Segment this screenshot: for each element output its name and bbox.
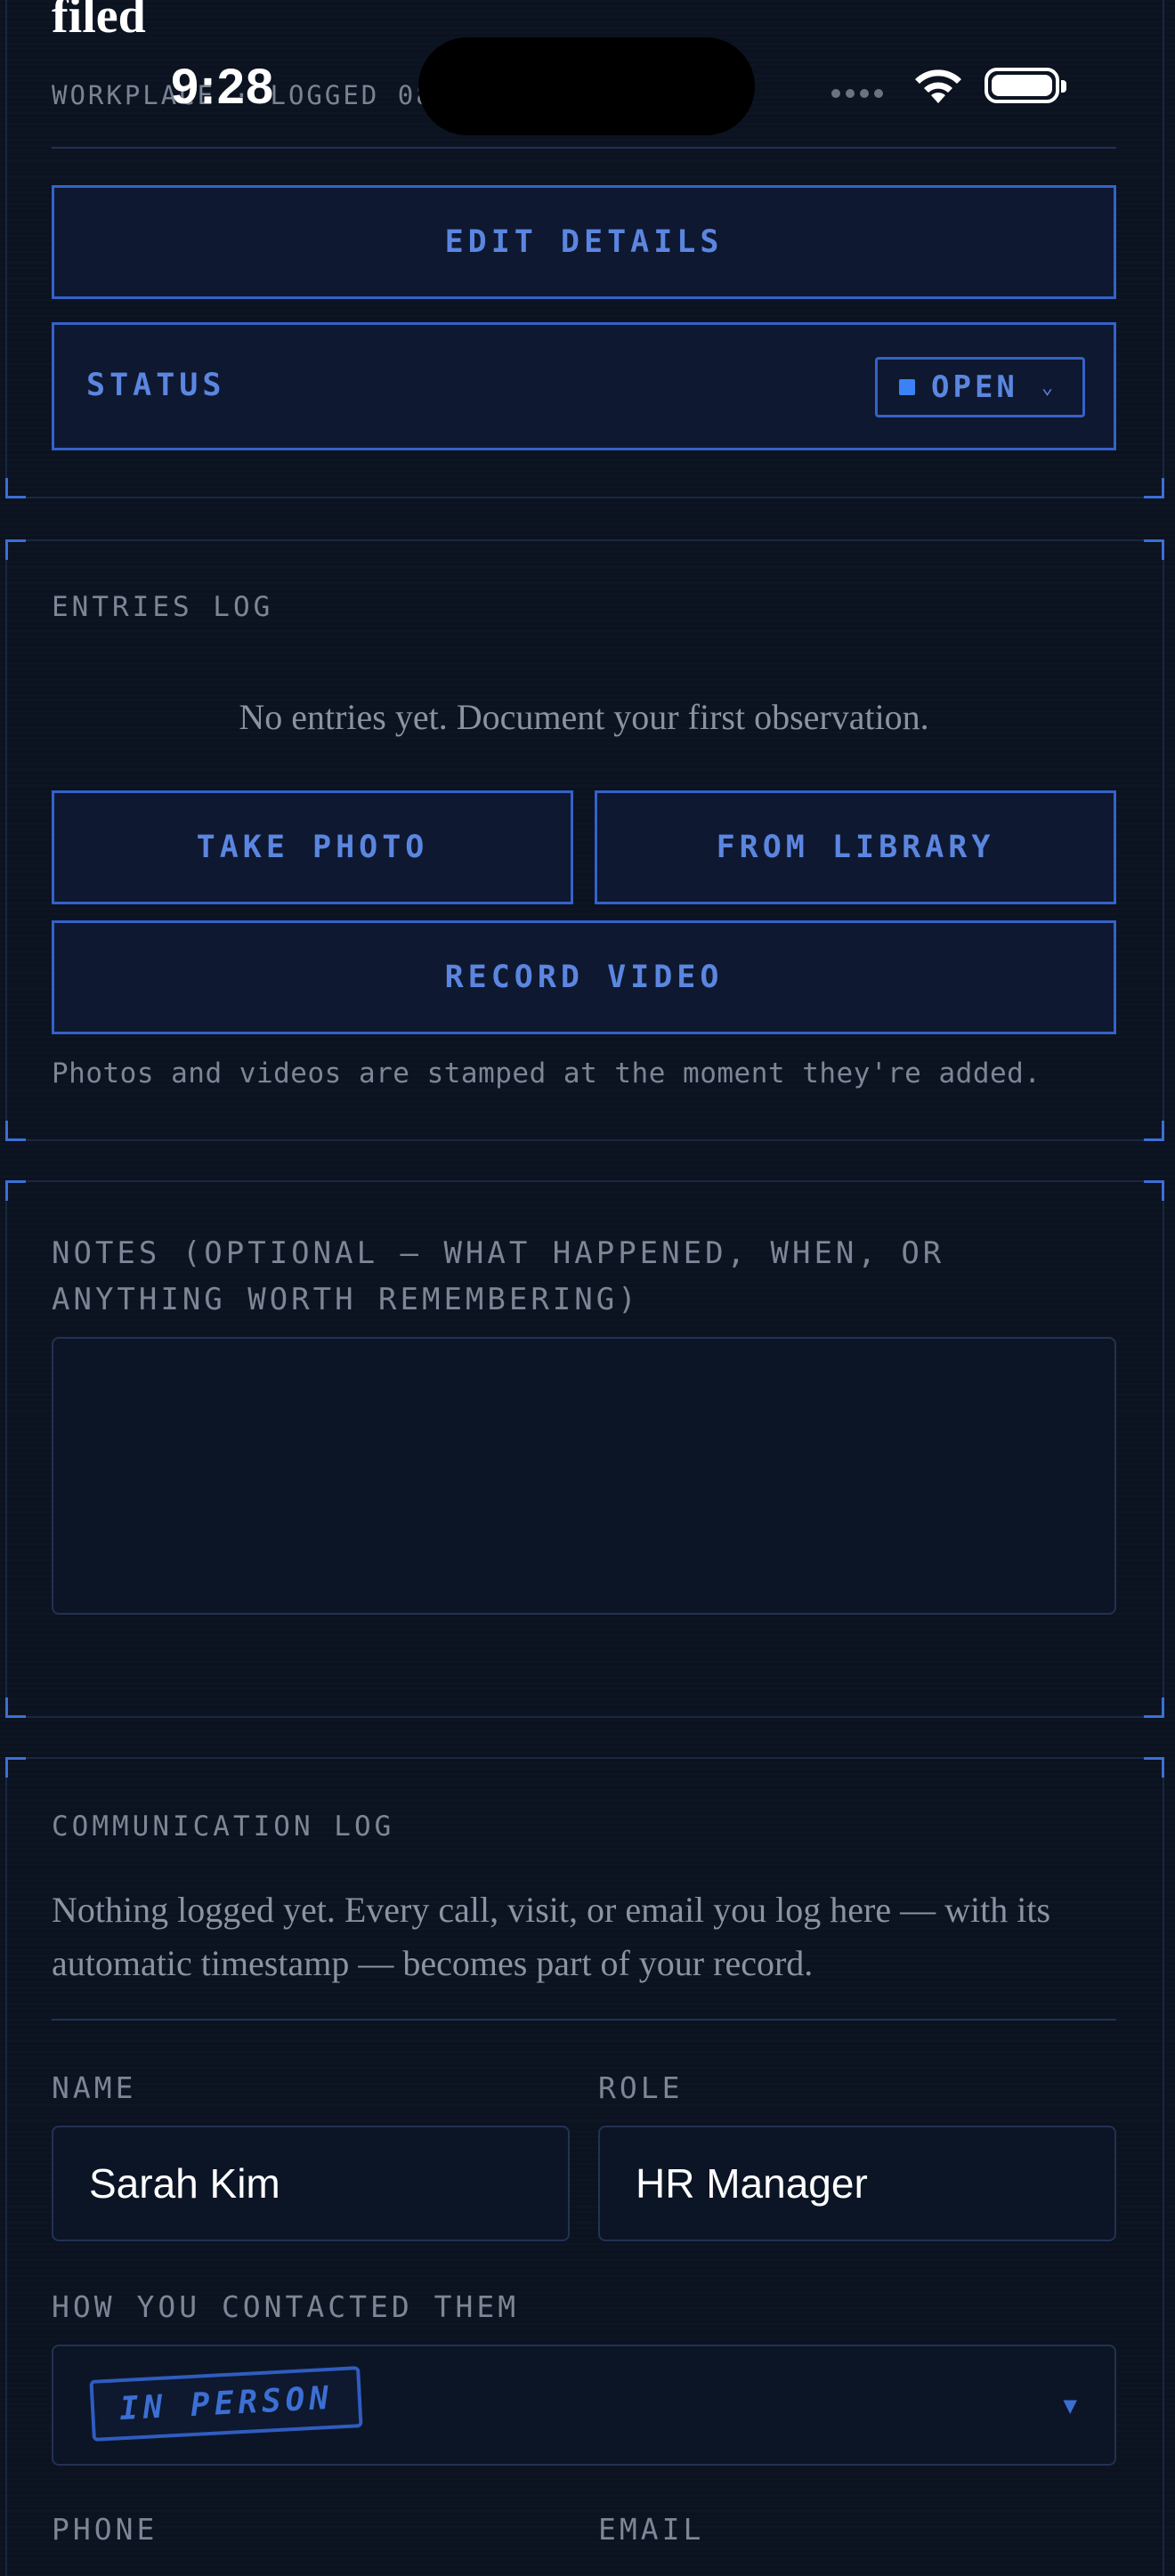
corner-bracket <box>5 1757 26 1778</box>
cellular-signal-icon <box>831 89 883 98</box>
chevron-down-icon: ⌄ <box>1041 376 1054 399</box>
battery-icon <box>985 68 1066 103</box>
communication-heading: COMMUNICATION LOG <box>52 1810 395 1843</box>
status-bar: 9:28 <box>0 0 1175 169</box>
corner-bracket <box>1144 1180 1164 1201</box>
dropdown-arrow-icon: ▼ <box>1063 2393 1077 2419</box>
email-label: EMAIL <box>598 2512 705 2547</box>
role-input[interactable]: HR Manager <box>598 2126 1116 2241</box>
corner-bracket <box>5 1180 26 1201</box>
role-label: ROLE <box>598 2070 684 2105</box>
status-value: OPEN <box>931 369 1018 405</box>
corner-bracket <box>1144 539 1164 560</box>
communication-empty-text: Nothing logged yet. Every call, visit, o… <box>52 1890 1051 1983</box>
take-photo-button[interactable]: TAKE PHOTO <box>52 790 573 904</box>
status-indicator-icon <box>899 379 915 395</box>
entries-empty-text: No entries yet. Document your first obse… <box>239 697 929 737</box>
entries-heading: ENTRIES LOG <box>52 591 274 623</box>
contact-method-stamp: IN PERSON <box>89 2366 363 2442</box>
record-video-button[interactable]: RECORD VIDEO <box>52 920 1116 1034</box>
name-input[interactable]: Sarah Kim <box>52 2126 570 2241</box>
corner-bracket <box>1144 1757 1164 1778</box>
status-label: STATUS <box>86 368 226 403</box>
status-row: STATUS OPEN ⌄ <box>52 322 1116 450</box>
corner-bracket <box>5 1697 26 1718</box>
edit-details-button[interactable]: EDIT DETAILS <box>52 185 1116 299</box>
communication-divider <box>52 2019 1116 2021</box>
name-label: NAME <box>52 2070 137 2105</box>
corner-bracket <box>5 1121 26 1141</box>
clock: 9:28 <box>171 58 275 114</box>
contact-method-select[interactable]: IN PERSON ▼ <box>52 2345 1116 2466</box>
corner-bracket <box>1144 478 1164 498</box>
entries-footnote: Photos and videos are stamped at the mom… <box>52 1057 1041 1090</box>
phone-label: PHONE <box>52 2512 158 2547</box>
dynamic-island <box>418 37 755 135</box>
wifi-icon <box>915 69 961 103</box>
corner-bracket <box>1144 1121 1164 1141</box>
corner-bracket <box>1144 1697 1164 1718</box>
status-dropdown[interactable]: OPEN ⌄ <box>875 357 1085 417</box>
from-library-button[interactable]: FROM LIBRARY <box>595 790 1116 904</box>
notes-textarea[interactable] <box>52 1337 1116 1615</box>
notes-label: NOTES (OPTIONAL — WHAT HAPPENED, WHEN, O… <box>52 1235 945 1317</box>
corner-bracket <box>5 478 26 498</box>
contact-method-label: HOW YOU CONTACTED THEM <box>52 2289 520 2324</box>
corner-bracket <box>5 539 26 560</box>
